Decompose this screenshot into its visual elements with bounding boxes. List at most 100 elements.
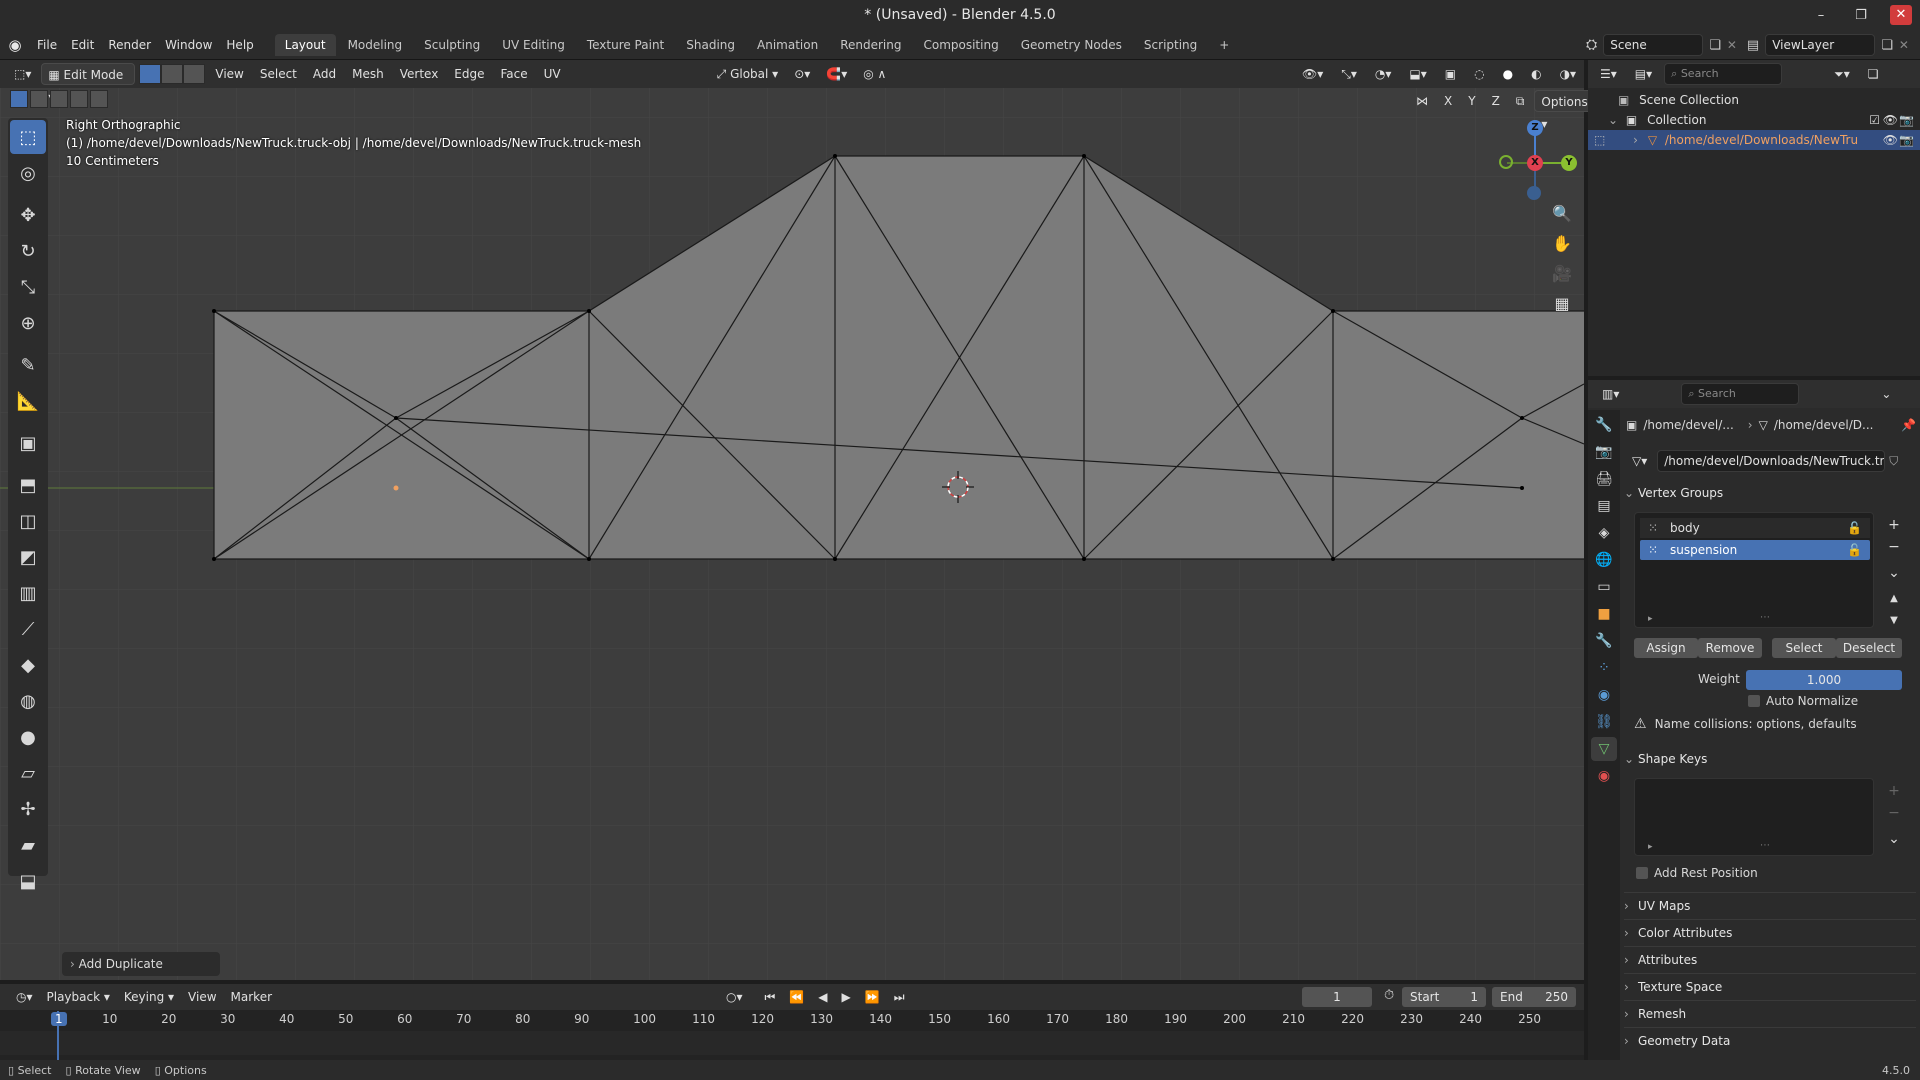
- menu-render[interactable]: Render: [101, 30, 158, 60]
- lock-icon[interactable]: 🔓: [1847, 518, 1862, 538]
- gizmo-neg-y-axis[interactable]: [1499, 155, 1513, 169]
- tab-texture-paint[interactable]: Texture Paint: [577, 34, 674, 56]
- solid-shading-icon[interactable]: ●: [1497, 63, 1519, 85]
- gizmo-z-axis[interactable]: Z: [1527, 120, 1543, 136]
- remove-button[interactable]: Remove: [1698, 638, 1762, 658]
- add-rest-position-checkbox[interactable]: [1636, 867, 1648, 879]
- uv-maps-panel-header[interactable]: › UV Maps: [1624, 892, 1916, 918]
- navigation-gizmo[interactable]: Z Y X: [1490, 118, 1580, 208]
- end-frame-field[interactable]: End 250: [1492, 987, 1576, 1007]
- stopwatch-icon[interactable]: ⏱: [1384, 988, 1394, 1003]
- next-keyframe-icon[interactable]: ⏩: [859, 986, 886, 1008]
- tab-uv-editing[interactable]: UV Editing: [492, 34, 575, 56]
- marker-menu[interactable]: Marker: [225, 986, 278, 1008]
- visibility-icon[interactable]: 👁▾: [1296, 63, 1329, 85]
- tab-layout[interactable]: Layout: [274, 33, 336, 56]
- edit-mode-icon[interactable]: ⬚: [1594, 133, 1605, 147]
- list-resize-handle-icon[interactable]: ⋯: [1760, 840, 1770, 851]
- proportional-edit-icon[interactable]: ◎ ∧: [857, 63, 892, 85]
- add-cube-tool-icon[interactable]: ▣: [10, 426, 46, 460]
- display-mode-icon[interactable]: ▤▾: [1629, 63, 1658, 85]
- rip-region-tool-icon[interactable]: ⬓: [10, 864, 46, 898]
- current-frame-field[interactable]: 1: [1302, 987, 1372, 1007]
- mirror-x-toggle[interactable]: X: [1438, 90, 1458, 112]
- timeline-view-menu[interactable]: View: [182, 986, 222, 1008]
- tab-compositing[interactable]: Compositing: [913, 34, 1008, 56]
- maximize-button[interactable]: ❐: [1850, 8, 1872, 23]
- inset-tool-icon[interactable]: ◫: [10, 504, 46, 538]
- gizmo-neg-z-axis[interactable]: [1527, 186, 1541, 200]
- remesh-panel-header[interactable]: › Remesh: [1624, 1000, 1916, 1026]
- bevel-tool-icon[interactable]: ◩: [10, 540, 46, 574]
- chevron-down-icon[interactable]: ⌄: [1608, 113, 1618, 127]
- playback-menu[interactable]: Playback ▾: [41, 986, 116, 1008]
- select-intersect-icon[interactable]: [90, 90, 108, 108]
- new-scene-icon[interactable]: ❏: [1709, 38, 1721, 53]
- vertex-groups-panel-header[interactable]: ⌄ Vertex Groups: [1624, 480, 1916, 506]
- menu-window[interactable]: Window: [158, 30, 219, 60]
- tab-shading[interactable]: Shading: [676, 34, 745, 56]
- select-subtract-icon[interactable]: [50, 90, 68, 108]
- color-attributes-panel-header[interactable]: › Color Attributes: [1624, 919, 1916, 945]
- menu-file[interactable]: File: [30, 30, 64, 60]
- gizmo-toggle-icon[interactable]: ⤡▾: [1335, 63, 1363, 85]
- tab-modeling[interactable]: Modeling: [338, 34, 413, 56]
- collection-tab-icon[interactable]: ▭: [1591, 575, 1617, 599]
- remove-shape-key-icon[interactable]: −: [1884, 802, 1904, 824]
- menu-edge[interactable]: Edge: [448, 63, 490, 85]
- ortho-toggle-icon[interactable]: ▦: [1548, 290, 1576, 318]
- vertex-group-item[interactable]: ⁙ body 🔓: [1640, 518, 1870, 538]
- pin-icon[interactable]: 📌: [1901, 418, 1916, 432]
- assign-button[interactable]: Assign: [1634, 638, 1698, 658]
- rotate-tool-icon[interactable]: ↻: [10, 234, 46, 268]
- shrink-fatten-tool-icon[interactable]: ✢: [10, 792, 46, 826]
- list-expand-icon[interactable]: ▸: [1648, 842, 1653, 852]
- properties-options-icon[interactable]: ⌄: [1875, 383, 1897, 405]
- viewport-canvas[interactable]: [0, 60, 1584, 980]
- pivot-icon[interactable]: ⊙▾: [788, 63, 816, 85]
- scale-tool-icon[interactable]: ⤡: [10, 270, 46, 304]
- menu-mesh[interactable]: Mesh: [346, 63, 390, 85]
- vertex-select-icon[interactable]: [139, 64, 162, 84]
- particles-tab-icon[interactable]: ⁘: [1591, 656, 1617, 680]
- shape-keys-panel-header[interactable]: ⌄ Shape Keys: [1624, 746, 1916, 772]
- constraints-tab-icon[interactable]: ⛓: [1591, 710, 1617, 734]
- blender-logo-icon[interactable]: ◉: [0, 36, 30, 54]
- menu-vertex[interactable]: Vertex: [394, 63, 445, 85]
- object-tab-icon[interactable]: ■: [1591, 602, 1617, 626]
- outliner-object[interactable]: ⬚ › ▽ /home/devel/Downloads/NewTru 👁 📷: [1588, 130, 1920, 150]
- geometry-data-panel-header[interactable]: › Geometry Data: [1624, 1027, 1916, 1053]
- scene-field[interactable]: Scene: [1603, 34, 1704, 56]
- timeline-track[interactable]: [0, 1031, 1584, 1055]
- menu-uv[interactable]: UV: [538, 63, 567, 85]
- play-reverse-icon[interactable]: ◀: [812, 986, 833, 1008]
- tab-sculpting[interactable]: Sculpting: [414, 34, 490, 56]
- tab-scripting[interactable]: Scripting: [1134, 34, 1207, 56]
- outliner-scene-collection[interactable]: ▣ Scene Collection: [1588, 90, 1920, 110]
- mirror-z-toggle[interactable]: Z: [1486, 90, 1506, 112]
- chevron-right-icon[interactable]: ›: [1633, 133, 1638, 147]
- edge-select-icon[interactable]: [161, 64, 184, 84]
- auto-merge-icon[interactable]: ⧉: [1510, 90, 1531, 112]
- transform-tool-icon[interactable]: ⊕: [10, 306, 46, 340]
- auto-keying-icon[interactable]: ○▾: [720, 986, 749, 1008]
- keying-menu[interactable]: Keying ▾: [118, 986, 180, 1008]
- texture-space-panel-header[interactable]: › Texture Space: [1624, 973, 1916, 999]
- object-render-camera-icon[interactable]: 📷: [1899, 130, 1914, 150]
- properties-search[interactable]: ⌕ Search: [1681, 383, 1800, 405]
- smooth-tool-icon[interactable]: ●: [10, 720, 46, 754]
- properties-editor-type-icon[interactable]: ▥▾: [1596, 383, 1625, 405]
- mesh-edit-overlay-icon[interactable]: ⬓▾: [1403, 63, 1432, 85]
- new-view-layer-icon[interactable]: ❏: [1881, 38, 1893, 53]
- jump-end-icon[interactable]: ⏭: [888, 986, 911, 1008]
- 3d-viewport[interactable]: [0, 60, 1584, 980]
- auto-normalize-checkbox[interactable]: [1748, 695, 1760, 707]
- mode-select[interactable]: ▦ Edit Mode ▾: [41, 63, 136, 104]
- gizmo-x-axis[interactable]: X: [1527, 155, 1543, 171]
- weight-slider[interactable]: 1.000: [1746, 670, 1902, 690]
- move-down-icon[interactable]: ▼: [1884, 610, 1904, 632]
- deselect-button[interactable]: Deselect: [1836, 638, 1902, 658]
- operator-redo-panel[interactable]: › Add Duplicate: [62, 952, 220, 976]
- tab-rendering[interactable]: Rendering: [830, 34, 911, 56]
- loop-cut-tool-icon[interactable]: ▥: [10, 576, 46, 610]
